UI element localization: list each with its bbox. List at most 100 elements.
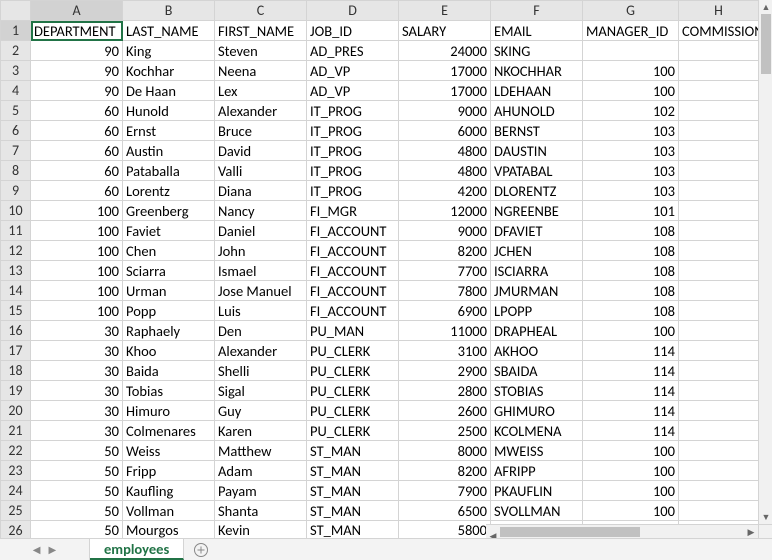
cell-A10[interactable]: 100 — [31, 201, 123, 221]
cell-C23[interactable]: Adam — [215, 461, 307, 481]
cell-A11[interactable]: 100 — [31, 221, 123, 241]
cell-H24[interactable] — [679, 481, 759, 501]
cell-B2[interactable]: King — [123, 41, 215, 61]
cell-H14[interactable] — [679, 281, 759, 301]
cell-F6[interactable]: BERNST — [491, 121, 583, 141]
cell-C14[interactable]: Jose Manuel — [215, 281, 307, 301]
cell-F2[interactable]: SKING — [491, 41, 583, 61]
cell-B22[interactable]: Weiss — [123, 441, 215, 461]
cell-E9[interactable]: 4200 — [399, 181, 491, 201]
col-header-H[interactable]: H — [679, 1, 759, 21]
cell-G12[interactable]: 108 — [583, 241, 679, 261]
cell-A7[interactable]: 60 — [31, 141, 123, 161]
cell-C24[interactable]: Payam — [215, 481, 307, 501]
cell-G13[interactable]: 108 — [583, 261, 679, 281]
cell-F1[interactable]: EMAIL — [491, 21, 583, 41]
cell-G23[interactable]: 100 — [583, 461, 679, 481]
cell-A3[interactable]: 90 — [31, 61, 123, 81]
row-header-10[interactable]: 10 — [1, 201, 31, 221]
horizontal-scrollbar[interactable]: ◀ ▶ — [486, 524, 758, 538]
cell-B23[interactable]: Fripp — [123, 461, 215, 481]
cell-G10[interactable]: 101 — [583, 201, 679, 221]
cell-C21[interactable]: Karen — [215, 421, 307, 441]
cell-E25[interactable]: 6500 — [399, 501, 491, 521]
row-header-13[interactable]: 13 — [1, 261, 31, 281]
cell-C12[interactable]: John — [215, 241, 307, 261]
cell-G16[interactable]: 100 — [583, 321, 679, 341]
cell-C8[interactable]: Valli — [215, 161, 307, 181]
cell-D25[interactable]: ST_MAN — [307, 501, 399, 521]
cell-E6[interactable]: 6000 — [399, 121, 491, 141]
sheet-tab-employees[interactable]: employees — [90, 539, 184, 560]
cell-D10[interactable]: FI_MGR — [307, 201, 399, 221]
cell-E22[interactable]: 8000 — [399, 441, 491, 461]
row-header-6[interactable]: 6 — [1, 121, 31, 141]
cell-B15[interactable]: Popp — [123, 301, 215, 321]
cell-G8[interactable]: 103 — [583, 161, 679, 181]
cell-G25[interactable]: 100 — [583, 501, 679, 521]
cell-C18[interactable]: Shelli — [215, 361, 307, 381]
cell-E24[interactable]: 7900 — [399, 481, 491, 501]
cell-F23[interactable]: AFRIPP — [491, 461, 583, 481]
cell-A4[interactable]: 90 — [31, 81, 123, 101]
cell-A12[interactable]: 100 — [31, 241, 123, 261]
cell-A21[interactable]: 30 — [31, 421, 123, 441]
vertical-scrollbar[interactable]: ▲ ▼ — [758, 0, 772, 524]
cell-E11[interactable]: 9000 — [399, 221, 491, 241]
cell-G11[interactable]: 108 — [583, 221, 679, 241]
row-header-21[interactable]: 21 — [1, 421, 31, 441]
cell-H11[interactable] — [679, 221, 759, 241]
cell-H15[interactable] — [679, 301, 759, 321]
cell-B3[interactable]: Kochhar — [123, 61, 215, 81]
row-header-7[interactable]: 7 — [1, 141, 31, 161]
row-header-3[interactable]: 3 — [1, 61, 31, 81]
cell-C22[interactable]: Matthew — [215, 441, 307, 461]
row-header-18[interactable]: 18 — [1, 361, 31, 381]
sheet-nav-next-icon[interactable]: ▶ — [49, 543, 57, 556]
cell-C2[interactable]: Steven — [215, 41, 307, 61]
cell-A22[interactable]: 50 — [31, 441, 123, 461]
scroll-up-icon[interactable]: ▲ — [759, 0, 772, 14]
cell-C13[interactable]: Ismael — [215, 261, 307, 281]
cell-F11[interactable]: DFAVIET — [491, 221, 583, 241]
row-header-23[interactable]: 23 — [1, 461, 31, 481]
cell-C3[interactable]: Neena — [215, 61, 307, 81]
select-all-corner[interactable] — [1, 1, 31, 21]
cell-E18[interactable]: 2900 — [399, 361, 491, 381]
cell-F16[interactable]: DRAPHEAL — [491, 321, 583, 341]
cell-E5[interactable]: 9000 — [399, 101, 491, 121]
row-header-17[interactable]: 17 — [1, 341, 31, 361]
cell-H21[interactable] — [679, 421, 759, 441]
cell-F5[interactable]: AHUNOLD — [491, 101, 583, 121]
cell-D17[interactable]: PU_CLERK — [307, 341, 399, 361]
cell-G4[interactable]: 100 — [583, 81, 679, 101]
row-header-22[interactable]: 22 — [1, 441, 31, 461]
cell-E1[interactable]: SALARY — [399, 21, 491, 41]
cell-D9[interactable]: IT_PROG — [307, 181, 399, 201]
cell-C17[interactable]: Alexander — [215, 341, 307, 361]
cell-B9[interactable]: Lorentz — [123, 181, 215, 201]
cell-H9[interactable] — [679, 181, 759, 201]
cell-H8[interactable] — [679, 161, 759, 181]
cell-A23[interactable]: 50 — [31, 461, 123, 481]
cell-G9[interactable]: 103 — [583, 181, 679, 201]
cell-A24[interactable]: 50 — [31, 481, 123, 501]
cell-A5[interactable]: 60 — [31, 101, 123, 121]
cell-G24[interactable]: 100 — [583, 481, 679, 501]
cell-E26[interactable]: 5800 — [399, 521, 491, 540]
cell-E12[interactable]: 8200 — [399, 241, 491, 261]
cell-H6[interactable] — [679, 121, 759, 141]
cell-D23[interactable]: ST_MAN — [307, 461, 399, 481]
cell-B8[interactable]: Pataballa — [123, 161, 215, 181]
cell-B18[interactable]: Baida — [123, 361, 215, 381]
cell-D6[interactable]: IT_PROG — [307, 121, 399, 141]
cell-A13[interactable]: 100 — [31, 261, 123, 281]
cell-A18[interactable]: 30 — [31, 361, 123, 381]
cell-B14[interactable]: Urman — [123, 281, 215, 301]
cell-E17[interactable]: 3100 — [399, 341, 491, 361]
cell-H18[interactable] — [679, 361, 759, 381]
cell-C16[interactable]: Den — [215, 321, 307, 341]
cell-F22[interactable]: MWEISS — [491, 441, 583, 461]
cell-F8[interactable]: VPATABAL — [491, 161, 583, 181]
col-header-B[interactable]: B — [123, 1, 215, 21]
